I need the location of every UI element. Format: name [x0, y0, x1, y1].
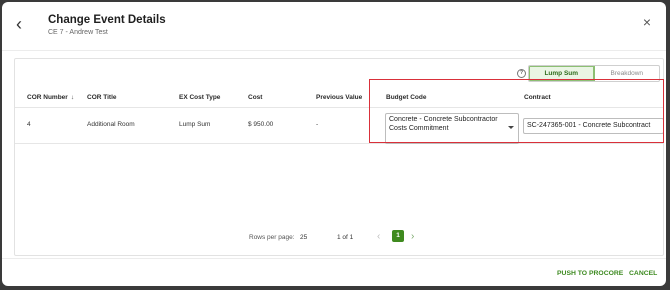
- cell-ex-cost-type: Lump Sum: [179, 121, 211, 128]
- budget-code-select[interactable]: Concrete - Concrete Subcontractor Costs …: [385, 113, 519, 144]
- column-header-previous-value: Previous Value: [316, 94, 363, 101]
- contract-field[interactable]: SC-247365-001 - Concrete Subcontract: [523, 118, 664, 134]
- column-header-contract: Contract: [524, 94, 551, 101]
- footer-divider: [2, 258, 666, 259]
- back-arrow-icon[interactable]: ‹: [16, 15, 32, 33]
- chevron-down-icon: [508, 126, 514, 129]
- rows-per-page-select[interactable]: 25: [300, 234, 307, 241]
- column-header-ex-cost-type: EX Cost Type: [179, 94, 221, 101]
- column-header-cor-title: COR Title: [87, 94, 117, 101]
- cell-previous-value: -: [316, 121, 319, 128]
- column-header-cor-number[interactable]: COR Number ↓: [27, 94, 74, 101]
- view-toggle: Lump Sum Breakdown: [528, 65, 660, 82]
- column-header-budget-code: Budget Code: [386, 94, 427, 101]
- push-to-procore-button[interactable]: PUSH TO PROCORE: [557, 270, 623, 277]
- pagination: Rows per page: 25 1 of 1 ‹ 1 ›: [15, 229, 663, 245]
- table-header: COR Number ↓ COR Title EX Cost Type Cost …: [15, 87, 663, 108]
- column-header-cost: Cost: [248, 94, 263, 101]
- header-divider: [2, 50, 666, 51]
- cor-table-panel: ? Lump Sum Breakdown COR Number ↓ COR Tit…: [14, 58, 664, 256]
- help-icon[interactable]: ?: [517, 69, 526, 78]
- page-number-button[interactable]: 1: [392, 230, 404, 242]
- previous-page-icon[interactable]: ‹: [377, 231, 380, 242]
- column-header-label: COR Number: [27, 94, 68, 101]
- cancel-button[interactable]: CANCEL: [629, 270, 657, 277]
- budget-code-value: Concrete - Concrete Subcontractor Costs …: [389, 116, 498, 132]
- cell-cor-title: Additional Room: [87, 121, 135, 128]
- close-icon[interactable]: ×: [640, 15, 654, 29]
- next-page-icon[interactable]: ›: [411, 231, 414, 242]
- toggle-breakdown[interactable]: Breakdown: [595, 66, 660, 81]
- dialog-title: Change Event Details: [48, 14, 166, 26]
- dialog-subtitle: CE 7 - Andrew Test: [48, 29, 108, 36]
- rows-per-page-label: Rows per page:: [249, 234, 295, 241]
- cell-cor-number: 4: [27, 121, 31, 128]
- change-event-dialog: ‹ Change Event Details CE 7 - Andrew Tes…: [2, 2, 666, 286]
- sort-down-icon[interactable]: ↓: [71, 94, 74, 101]
- cell-cost: $ 950.00: [248, 121, 274, 128]
- page-range: 1 of 1: [337, 234, 354, 241]
- toggle-lump-sum[interactable]: Lump Sum: [529, 66, 595, 81]
